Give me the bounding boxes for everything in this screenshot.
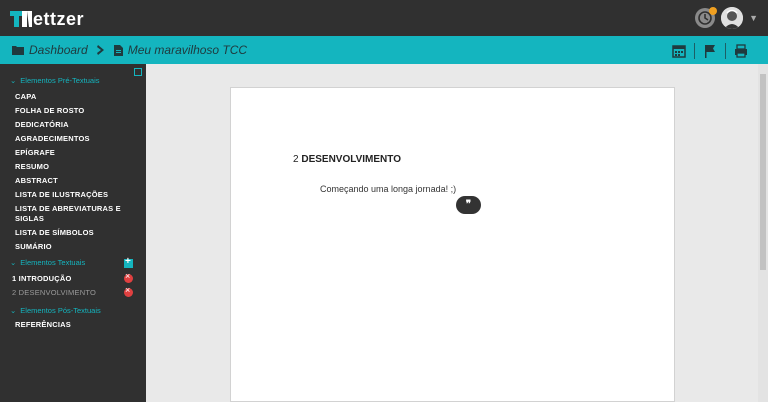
user-avatar[interactable] (721, 7, 744, 29)
sidebar-item-desenvolvimento[interactable]: 2 DESENVOLVIMENTO (12, 288, 96, 297)
section-title: Elementos Textuais (20, 258, 86, 267)
section-title: Elementos Pós-Textuais (20, 306, 101, 315)
breadcrumb: Dashboard Meu maravilhoso TCC (12, 43, 247, 57)
folder-icon (12, 46, 24, 55)
logo-mark-icon (10, 11, 32, 27)
breadcrumb-document[interactable]: Meu maravilhoso TCC (128, 43, 247, 57)
top-bar: ettzer ▼ (0, 0, 768, 36)
chevron-down-icon[interactable]: ▼ (749, 13, 758, 23)
logo-text: ettzer (33, 8, 85, 29)
notification-badge (709, 7, 718, 15)
collapse-sidebar-button[interactable] (134, 68, 142, 76)
chapter-number: 1 (12, 274, 17, 283)
notifications-button[interactable] (695, 7, 718, 28)
heading-number: 2 (293, 154, 299, 165)
sidebar-item-sumario[interactable]: SUMÁRIO (15, 242, 52, 251)
sidebar-item-lista-abreviaturas-line2[interactable]: SIGLAS (15, 214, 44, 223)
scrollbar-thumb[interactable] (760, 74, 766, 270)
chapter-label: INTRODUÇÃO (18, 274, 72, 283)
calendar-icon[interactable] (672, 44, 686, 58)
scrollbar[interactable] (758, 64, 768, 402)
heading-title: DESENVOLVIMENTO (301, 154, 401, 165)
document-icon (113, 44, 123, 56)
sidebar: ⌄ Elementos Pré-Textuais CAPA FOLHA DE R… (0, 64, 146, 402)
section-pre-textual[interactable]: ⌄ Elementos Pré-Textuais (10, 76, 100, 85)
breadcrumb-dashboard[interactable]: Dashboard (29, 43, 88, 57)
section-title: Elementos Pré-Textuais (20, 76, 100, 85)
flag-icon[interactable] (703, 44, 717, 58)
sidebar-item-resumo[interactable]: RESUMO (15, 162, 49, 171)
chevron-right-icon (96, 45, 104, 55)
section-textual[interactable]: ⌄ Elementos Textuais (10, 258, 85, 267)
sidebar-item-abstract[interactable]: ABSTRACT (15, 176, 58, 185)
app-logo[interactable]: ettzer (10, 8, 84, 30)
chevron-down-icon: ⌄ (10, 76, 17, 85)
paragraph-text[interactable]: Começando uma longa jornada! ;) (320, 184, 456, 194)
sidebar-item-folha-de-rosto[interactable]: FOLHA DE ROSTO (15, 106, 84, 115)
toolbar-divider (725, 43, 726, 59)
breadcrumb-bar: Dashboard Meu maravilhoso TCC (0, 36, 768, 64)
sidebar-item-capa[interactable]: CAPA (15, 92, 37, 101)
chapter-number: 2 (12, 288, 17, 297)
sidebar-item-lista-abreviaturas[interactable]: LISTA DE ABREVIATURAS E (15, 204, 121, 213)
sidebar-item-epigrafe[interactable]: EPÍGRAFE (15, 148, 55, 157)
sidebar-item-agradecimentos[interactable]: AGRADECIMENTOS (15, 134, 90, 143)
avatar-icon (721, 7, 744, 29)
sidebar-item-lista-simbolos[interactable]: LISTA DE SÍMBOLOS (15, 228, 94, 237)
document-page[interactable]: 2 DESENVOLVIMENTO Começando uma longa jo… (230, 87, 675, 402)
add-chapter-button[interactable] (124, 257, 133, 268)
chevron-down-icon: ⌄ (10, 306, 17, 315)
sidebar-item-referencias[interactable]: REFERÊNCIAS (15, 320, 71, 329)
quote-icon: ❞ (465, 199, 472, 210)
sidebar-item-lista-ilustracoes[interactable]: LISTA DE ILUSTRAÇÕES (15, 190, 108, 199)
sidebar-item-dedicatoria[interactable]: DEDICATÓRIA (15, 120, 69, 129)
chapter-heading[interactable]: 2 DESENVOLVIMENTO (293, 154, 401, 165)
section-post-textual[interactable]: ⌄ Elementos Pós-Textuais (10, 306, 101, 315)
toolbar-divider (694, 43, 695, 59)
chevron-down-icon: ⌄ (10, 258, 17, 267)
delete-chapter-button[interactable] (124, 272, 133, 283)
print-icon[interactable] (734, 44, 748, 58)
chapter-label: DESENVOLVIMENTO (18, 288, 96, 297)
delete-chapter-button[interactable] (124, 286, 133, 297)
sidebar-item-introducao[interactable]: 1 INTRODUÇÃO (12, 274, 72, 283)
quote-button[interactable]: ❞ (456, 196, 481, 214)
